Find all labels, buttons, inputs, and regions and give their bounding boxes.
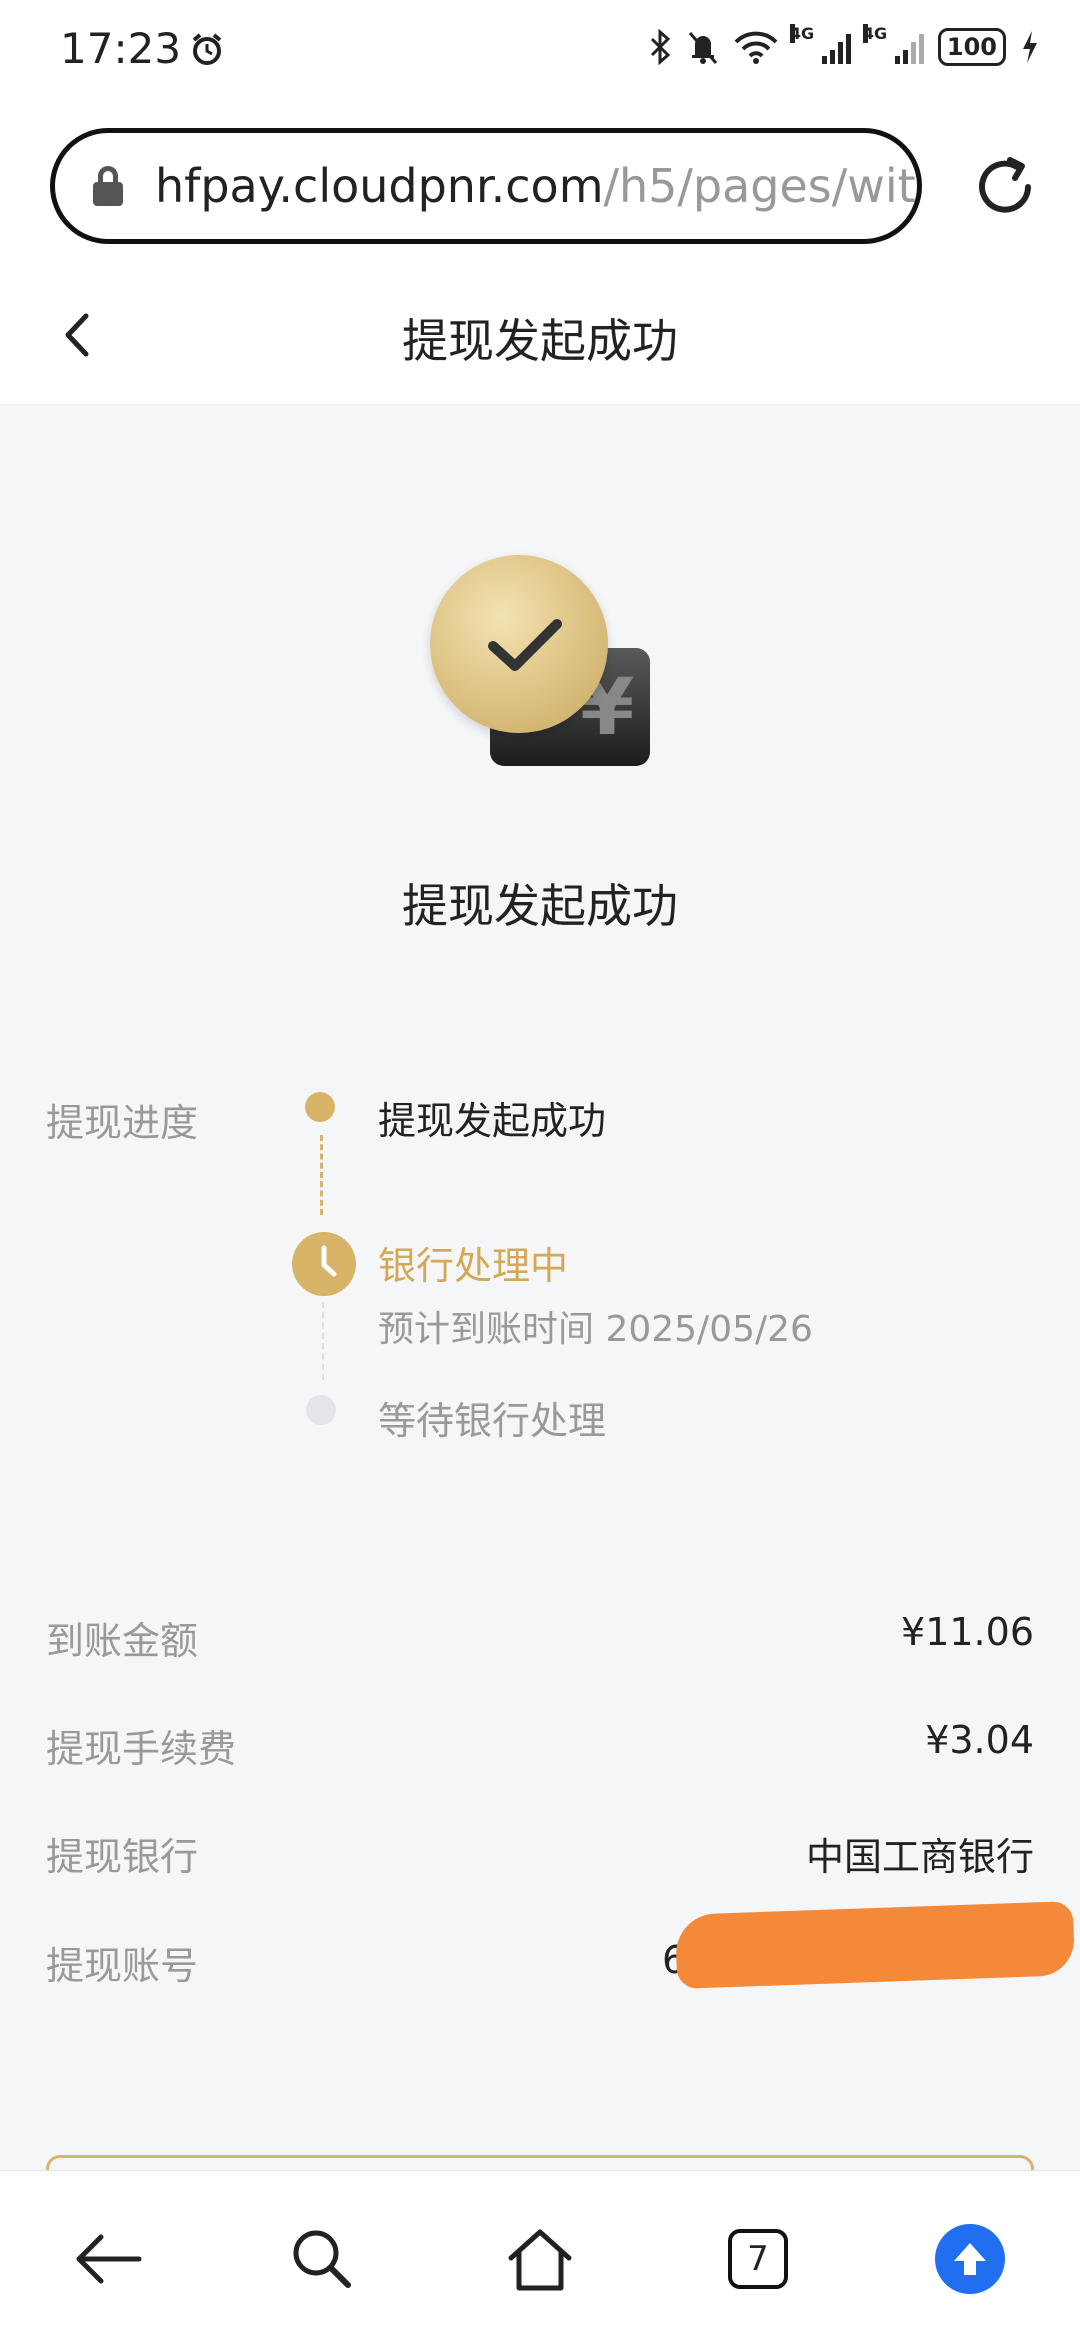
step-pending-dot: [306, 1395, 336, 1425]
step-2-subtitle: 预计到账时间 2025/05/26: [378, 1309, 813, 1350]
step-1-title: 提现发起成功: [378, 1099, 607, 1143]
mute-bell-icon: [688, 32, 718, 64]
account-label: 提现账号: [46, 1944, 199, 1988]
fee-label: 提现手续费: [46, 1727, 237, 1771]
charging-icon: [1023, 31, 1037, 63]
battery-indicator: 100: [937, 28, 1006, 66]
alarm-icon: [192, 32, 222, 65]
amount-label: 到账金额: [46, 1619, 199, 1663]
bank-label: 提现银行: [46, 1835, 199, 1879]
url-path: /h5/pages/with: [603, 159, 922, 213]
nav-search-button[interactable]: [286, 2223, 358, 2295]
step-3-title: 等待银行处理: [378, 1399, 607, 1443]
page-header: 提现发起成功: [0, 260, 1080, 405]
nav-up-button[interactable]: [934, 2223, 1006, 2295]
status-bar: 17:23 4G 4G 100: [0, 0, 1080, 110]
browser-toolbar: hfpay.cloudpnr.com/h5/pages/with: [0, 110, 1080, 260]
step-2-title: 银行处理中: [378, 1244, 569, 1288]
url-host: hfpay.cloudpnr.com: [155, 159, 604, 213]
wifi-icon: [734, 31, 778, 64]
amount-value: ¥11.06: [901, 1610, 1034, 1654]
success-title: 提现发起成功: [402, 879, 678, 933]
redaction-mark: [674, 1901, 1076, 1989]
clock-icon: [292, 1232, 356, 1296]
page-title: 提现发起成功: [402, 314, 678, 368]
nav-back-button[interactable]: [72, 2223, 144, 2295]
home-icon: [508, 2229, 572, 2291]
tab-count: 7: [728, 2229, 788, 2289]
signal-icon-1: 4G: [789, 24, 851, 64]
arrow-up-icon: [935, 2224, 1005, 2294]
status-time: 17:23: [60, 24, 225, 73]
gold-coin-icon: [430, 555, 608, 733]
fee-value: ¥3.04: [925, 1718, 1034, 1762]
checkmark-icon: [488, 619, 562, 671]
back-arrow-icon: [76, 2234, 142, 2284]
network-type-2: 4G: [862, 24, 888, 43]
url-text[interactable]: hfpay.cloudpnr.com/h5/pages/with: [155, 159, 922, 213]
nav-home-button[interactable]: [504, 2223, 576, 2295]
clock-text: 17:23: [60, 24, 182, 73]
progress-label: 提现进度: [46, 1101, 199, 1145]
progress-connector: [320, 1135, 323, 1215]
reload-icon[interactable]: [970, 152, 1040, 222]
bank-value: 中国工商银行: [805, 1835, 1034, 1879]
nav-tabs-button[interactable]: 7: [722, 2223, 794, 2295]
success-illustration: ¥: [420, 555, 660, 775]
browser-bottom-nav: 7: [0, 2170, 1080, 2340]
status-icons: 4G 4G 100: [648, 24, 1040, 66]
bluetooth-icon: [650, 29, 671, 65]
battery-level: 100: [946, 33, 997, 61]
step-done-dot: [305, 1092, 335, 1122]
lock-icon: [91, 166, 125, 206]
progress-connector-pending: [322, 1302, 324, 1380]
network-type-1: 4G: [789, 24, 815, 43]
search-icon: [293, 2230, 351, 2288]
signal-icon-2: 4G: [862, 24, 924, 64]
address-bar[interactable]: hfpay.cloudpnr.com/h5/pages/with: [50, 128, 922, 244]
